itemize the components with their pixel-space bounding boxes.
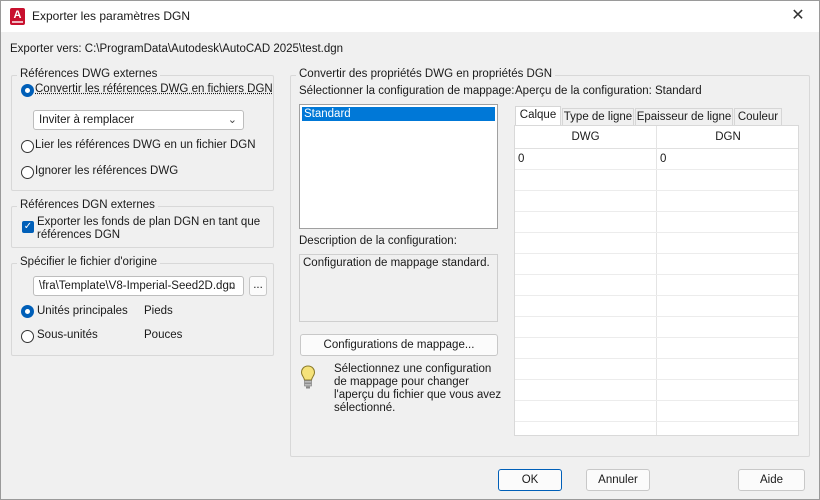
radio-sub-units-label[interactable]: Sous-unités	[37, 329, 98, 341]
cell-dgn: 0	[660, 153, 667, 165]
export-underlays-checkbox[interactable]: ✓	[22, 221, 34, 233]
hint-line-1: Sélectionnez une configuration	[334, 363, 492, 375]
table-row-empty	[515, 170, 798, 191]
config-desc-box: Configuration de mappage standard.	[299, 254, 498, 322]
radio-main-units-label[interactable]: Unités principales	[37, 305, 128, 317]
overwrite-combo-value: Inviter à remplacer	[39, 114, 135, 126]
table-row-empty	[515, 191, 798, 212]
table-row-empty	[515, 254, 798, 275]
chevron-down-icon: ⌄	[227, 114, 237, 126]
dgn-refs-legend: Références DGN externes	[17, 199, 158, 211]
table-row-empty	[515, 275, 798, 296]
close-button[interactable]: ✕	[785, 5, 811, 27]
ok-button[interactable]: OK	[498, 469, 562, 491]
table-row-empty	[515, 380, 798, 401]
table-row-empty	[515, 338, 798, 359]
seed-file-combo[interactable]: \fra\Template\V8-Imperial-Seed2D.dgn ⌄	[33, 276, 244, 296]
dialog-window: A Exporter les paramètres DGN ✕ Exporter…	[0, 0, 820, 500]
help-button[interactable]: Aide	[738, 469, 805, 491]
radio-convert-dwg-label[interactable]: Convertir les références DWG en fichiers…	[35, 83, 273, 95]
table-row: 0 0	[515, 149, 798, 170]
title-bar: A Exporter les paramètres DGN ✕	[1, 1, 819, 32]
radio-ignore-dwg-label[interactable]: Ignorer les références DWG	[35, 165, 178, 177]
column-header-dwg: DWG	[515, 126, 656, 149]
radio-convert-dwg[interactable]	[21, 84, 34, 97]
radio-link-dwg[interactable]	[21, 140, 34, 153]
export-underlays-label-2[interactable]: références DGN	[37, 229, 120, 241]
close-icon: ✕	[791, 7, 805, 24]
column-header-dgn: DGN	[657, 126, 798, 149]
hint-line-2: de mappage pour changer	[334, 376, 469, 388]
main-units-value: Pieds	[144, 305, 173, 317]
table-row-empty	[515, 317, 798, 338]
browse-seed-button[interactable]: ...	[249, 276, 267, 296]
cell-dwg: 0	[518, 153, 525, 165]
lightbulb-icon	[300, 365, 316, 389]
tab-calque[interactable]: Calque	[515, 106, 561, 127]
dwg-refs-legend: Références DWG externes	[17, 68, 161, 80]
radio-link-dwg-label[interactable]: Lier les références DWG en un fichier DG…	[35, 139, 256, 151]
radio-ignore-dwg[interactable]	[21, 166, 34, 179]
window-title: Exporter les paramètres DGN	[32, 9, 191, 23]
chevron-down-icon: ⌄	[227, 280, 237, 292]
convert-props-legend: Convertir des propriétés DWG en propriét…	[296, 68, 556, 80]
seed-file-value: \fra\Template\V8-Imperial-Seed2D.dgn	[39, 280, 236, 292]
hint-line-4: sélectionné.	[334, 402, 396, 414]
config-item-standard[interactable]: Standard	[302, 107, 495, 121]
table-row-empty	[515, 359, 798, 380]
hint-line-3: l'aperçu du fichier que vous avez	[334, 389, 502, 401]
autocad-icon: A	[10, 8, 25, 25]
radio-main-units[interactable]	[21, 305, 34, 318]
table-row-empty	[515, 401, 798, 422]
preview-label: Aperçu de la configuration: Standard	[515, 85, 702, 97]
config-listbox[interactable]: Standard	[299, 104, 498, 229]
sub-units-value: Pouces	[144, 329, 183, 341]
table-row-empty	[515, 233, 798, 254]
table-row-empty	[515, 212, 798, 233]
select-config-label: Sélectionner la configuration de mappage…	[299, 85, 515, 97]
mapping-grid: DWG DGN 0 0	[514, 125, 799, 436]
export-path-label: Exporter vers: C:\ProgramData\Autodesk\A…	[10, 43, 344, 55]
table-row-empty	[515, 296, 798, 317]
config-desc-label: Description de la configuration:	[299, 235, 457, 247]
config-desc-text: Configuration de mappage standard.	[303, 257, 490, 269]
export-underlays-label-1[interactable]: Exporter les fonds de plan DGN en tant q…	[37, 216, 260, 228]
mapping-configs-button[interactable]: Configurations de mappage...	[300, 334, 498, 356]
seed-file-legend: Spécifier le fichier d'origine	[17, 256, 161, 268]
cancel-button[interactable]: Annuler	[586, 469, 650, 491]
overwrite-combo[interactable]: Inviter à remplacer ⌄	[33, 110, 244, 130]
checkmark-icon: ✓	[23, 221, 33, 232]
radio-sub-units[interactable]	[21, 330, 34, 343]
